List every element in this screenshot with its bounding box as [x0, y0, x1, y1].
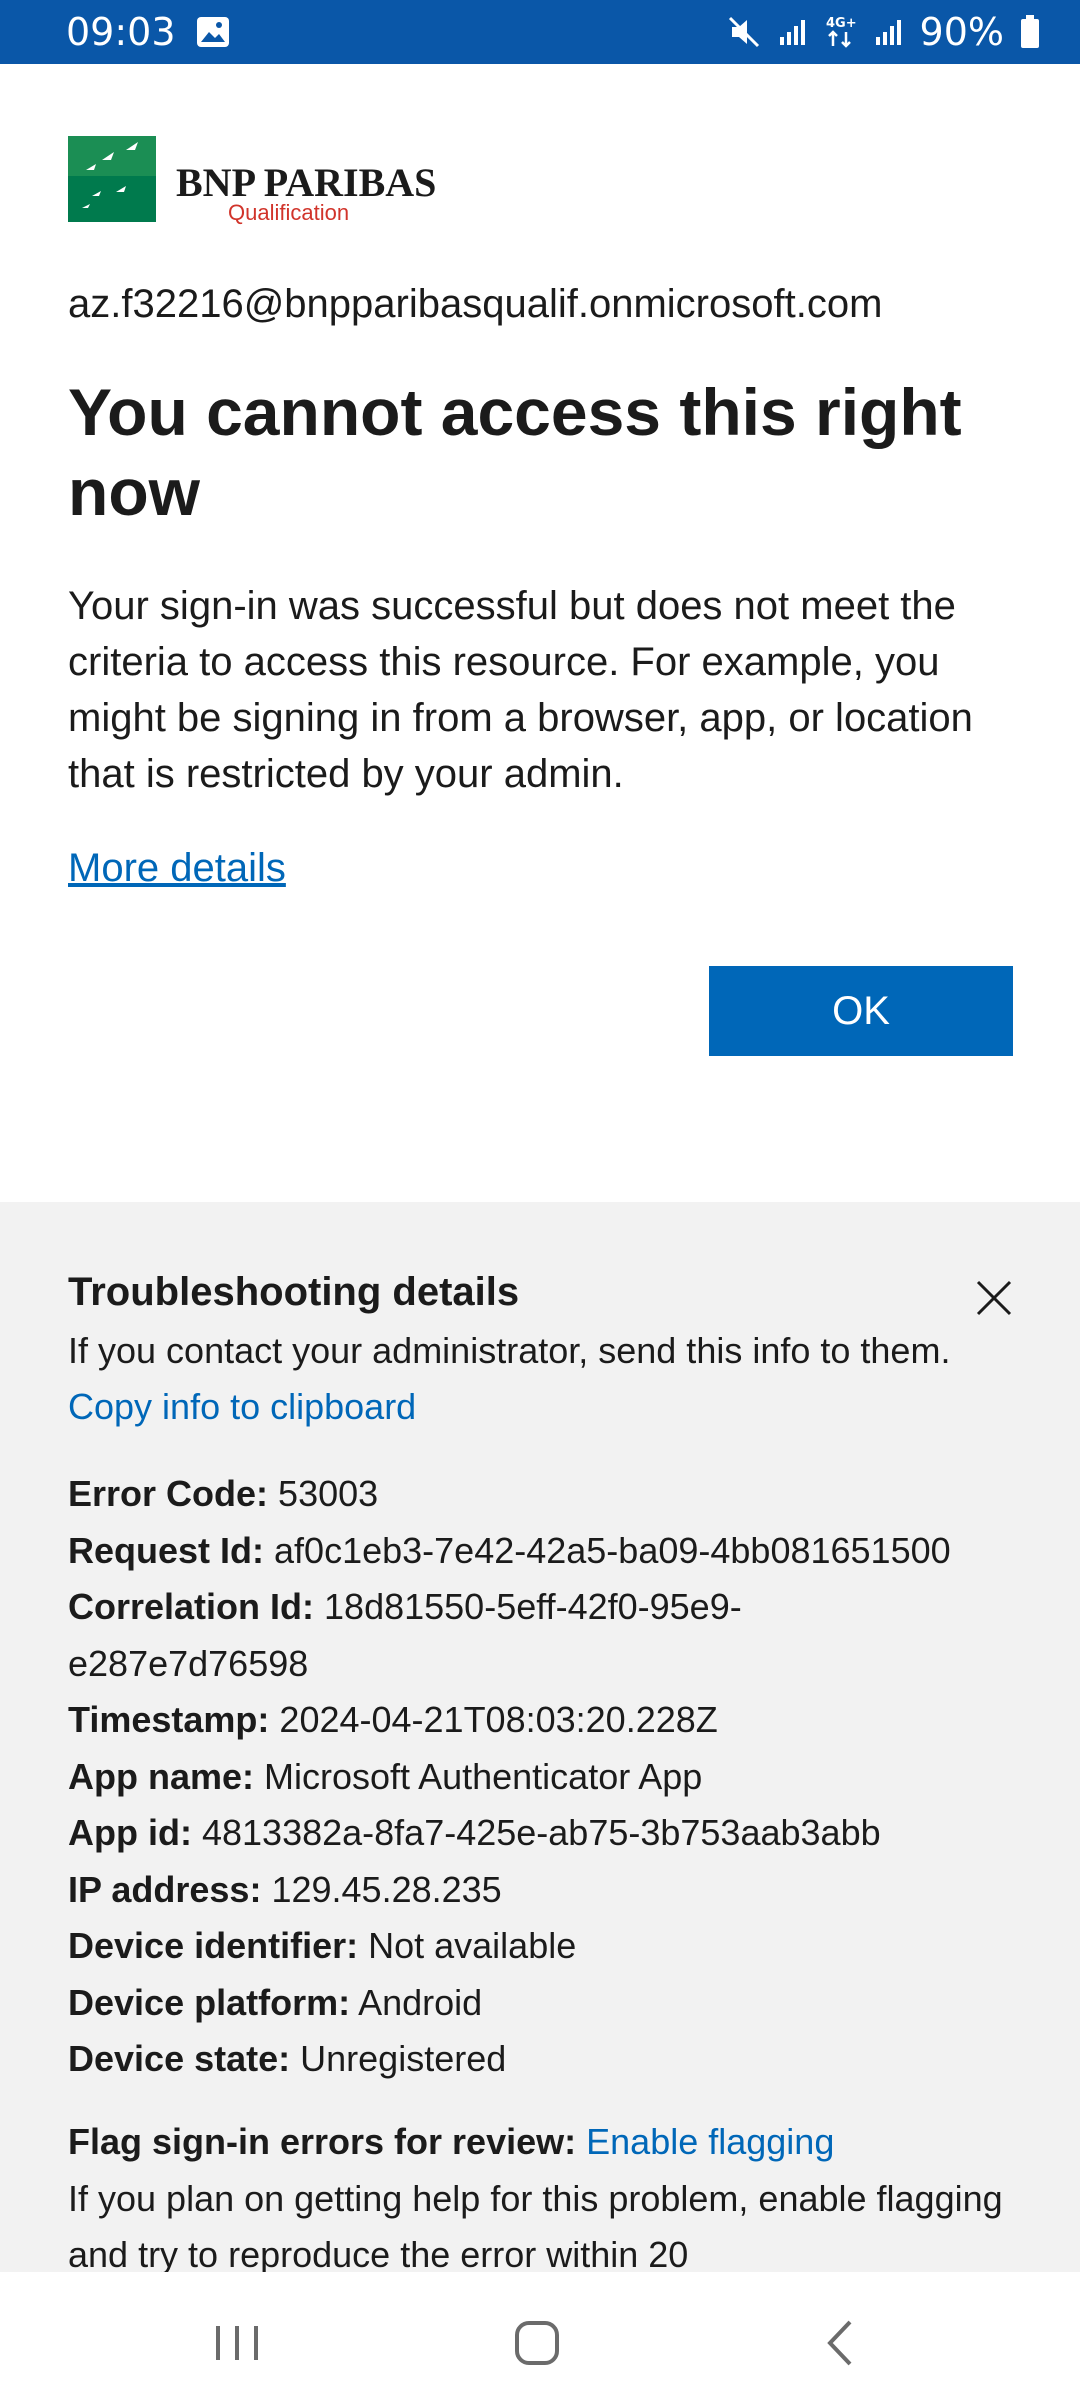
- signal-icon: [874, 17, 904, 47]
- account-email: az.f32216@bnpparibasqualif.onmicrosoft.c…: [68, 282, 883, 326]
- brand-subtitle: Qualification: [228, 200, 349, 225]
- troubleshooting-panel: Troubleshooting details If you contact y…: [0, 1202, 1080, 2275]
- detail-timestamp: Timestamp: 2024-04-21T08:03:20.228Z: [68, 1699, 718, 1740]
- close-icon[interactable]: [974, 1278, 1014, 1318]
- status-bar: 09:03 4G+ 90%: [0, 0, 1080, 64]
- detail-ip-address: IP address: 129.45.28.235: [68, 1868, 502, 1910]
- recents-icon[interactable]: [202, 2308, 272, 2378]
- svg-text:4G+: 4G+: [826, 16, 857, 31]
- detail-correlation-id: Correlation Id: 18d81550-5eff-42f0-95e9-…: [68, 1586, 742, 1684]
- 4g-icon: 4G+: [824, 14, 858, 50]
- back-icon[interactable]: [806, 2308, 876, 2378]
- brand-name: BNP PARIBAS: [176, 160, 436, 205]
- troubleshooting-subtitle: If you contact your administrator, send …: [68, 1330, 951, 1371]
- detail-app-id: App id: 4813382a-8fa7-425e-ab75-3b753aab…: [68, 1812, 881, 1853]
- gallery-icon: [196, 16, 230, 48]
- troubleshooting-title: Troubleshooting details: [68, 1270, 520, 1314]
- signal-icon: [778, 17, 808, 47]
- battery-icon: [1020, 15, 1040, 49]
- home-icon[interactable]: [502, 2308, 572, 2378]
- detail-app-name: App name: Microsoft Authenticator App: [68, 1755, 703, 1797]
- navigation-bar: [0, 2272, 1080, 2408]
- flag-section: Flag sign-in errors for review: Enable f…: [68, 2114, 1028, 2284]
- flag-text: If you plan on getting help for this pro…: [68, 2177, 1003, 2276]
- bnp-paribas-logo: BNP PARIBAS Qualification: [68, 136, 468, 226]
- copy-info-link[interactable]: Copy info to clipboard: [68, 1386, 416, 1428]
- status-time: 09:03: [66, 10, 176, 54]
- flag-label: Flag sign-in errors for review:: [68, 2121, 577, 2162]
- more-details-link[interactable]: More details: [68, 846, 286, 891]
- page-title: You cannot access this right now: [68, 375, 962, 529]
- detail-device-state: Device state: Unregistered: [68, 2038, 507, 2079]
- enable-flagging-link[interactable]: Enable flagging: [586, 2121, 834, 2162]
- detail-error-code: Error Code: 53003: [68, 1473, 379, 1514]
- detail-request-id: Request Id: af0c1eb3-7e42-42a5-ba09-4bb0…: [68, 1529, 951, 1571]
- error-details-list: Error Code: 53003 Request Id: af0c1eb3-7…: [68, 1466, 1028, 2088]
- error-description: Your sign-in was successful but does not…: [68, 584, 973, 796]
- detail-device-identifier: Device identifier: Not available: [68, 1925, 577, 1966]
- detail-device-platform: Device platform: Android: [68, 1981, 483, 2023]
- battery-percent: 90%: [919, 10, 1004, 54]
- ok-button[interactable]: OK: [709, 966, 1013, 1056]
- mute-icon: [726, 14, 762, 50]
